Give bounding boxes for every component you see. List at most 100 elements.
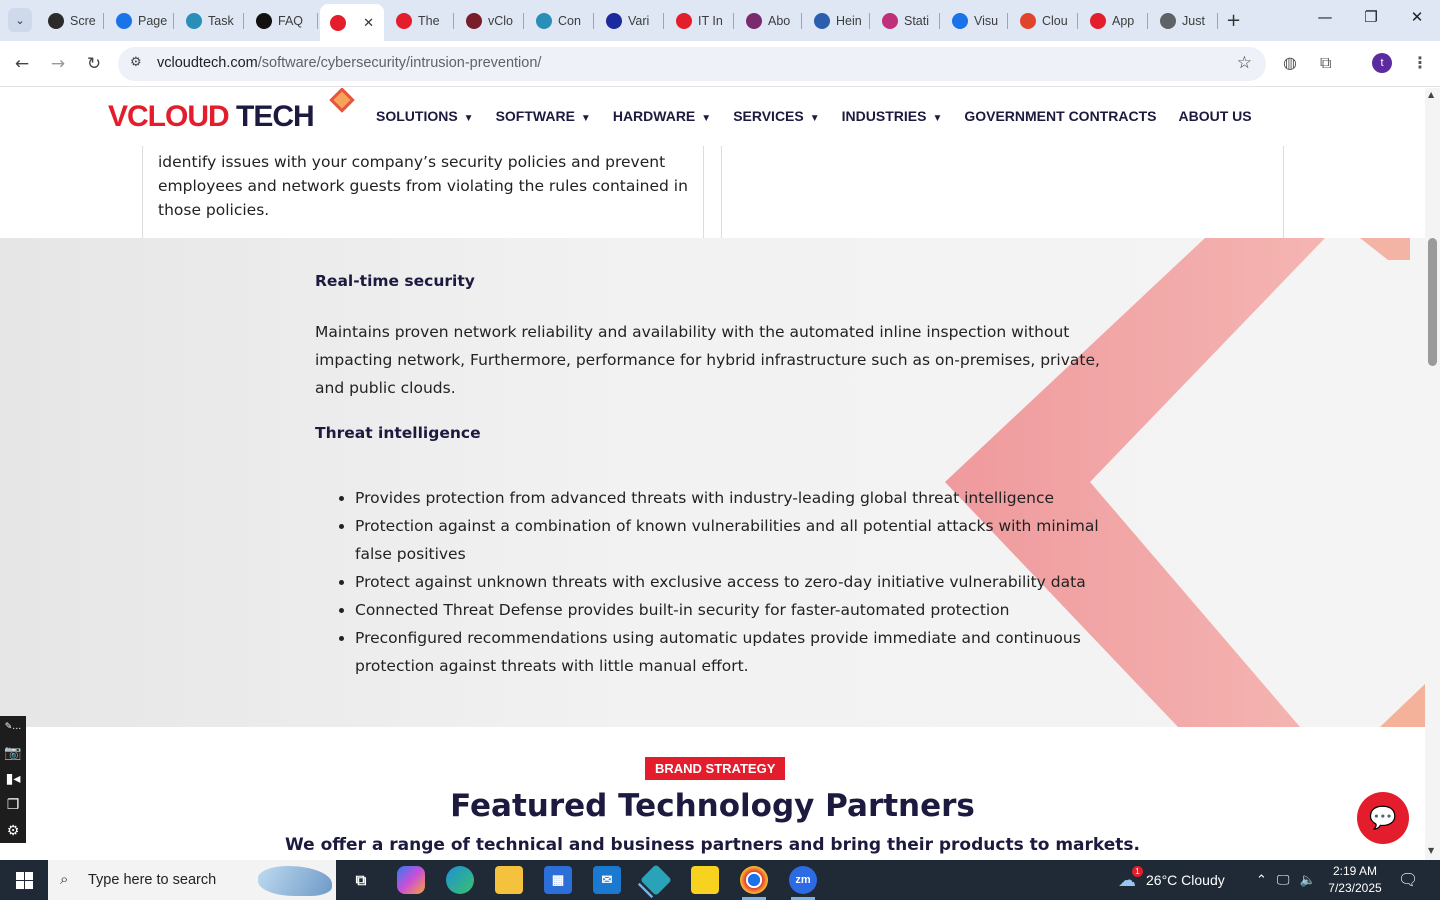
volume-icon[interactable]: 🔈 [1299, 872, 1315, 888]
browser-tab[interactable]: vClo [456, 6, 524, 35]
back-arrow-icon[interactable]: ← [10, 52, 34, 76]
chat-widget-button[interactable]: 💬 [1357, 792, 1409, 844]
camera-icon[interactable]: 📷 [4, 744, 21, 762]
close-window-icon[interactable]: ✕ [1402, 8, 1432, 26]
weather-widget[interactable]: ☁ 1 26°C Cloudy [1118, 860, 1225, 900]
tab-close-icon[interactable]: ✕ [363, 15, 374, 31]
translate-globe-icon[interactable]: ◍ [1283, 53, 1297, 72]
browser-tab[interactable]: The [386, 6, 454, 35]
task-view-icon[interactable]: ⧉ [347, 866, 375, 894]
browser-tab[interactable]: Clou [1010, 6, 1078, 35]
browser-tab[interactable]: Page [106, 6, 174, 35]
taskbar-clock[interactable]: 2:19 AM 7/23/2025 [1322, 863, 1388, 897]
tab-title: Visu [974, 13, 999, 28]
mail-icon[interactable]: ✉ [593, 866, 621, 894]
features-section: Real-time security Maintains proven netw… [0, 238, 1425, 727]
taskbar-search[interactable]: ⌕ Type here to search [48, 860, 336, 900]
new-tab-button[interactable]: + [1226, 10, 1241, 31]
scale-icon [814, 12, 830, 29]
chat-icon: 💬 [1369, 805, 1397, 831]
gauge-icon [116, 12, 132, 29]
nav-item-solutions[interactable]: SOLUTIONS ▼ [376, 108, 474, 124]
browser-tab[interactable]: Just [1150, 6, 1218, 35]
nav-item-industries[interactable]: INDUSTRIES ▼ [842, 108, 943, 124]
logo-tech: TECH [236, 100, 315, 133]
windows-logo-icon [15, 871, 33, 889]
nav-item-label: GOVERNMENT CONTRACTS [964, 108, 1157, 124]
browser-tab[interactable]: Hein [804, 6, 870, 35]
tab-title: Vari [628, 13, 650, 28]
nav-item-services[interactable]: SERVICES ▼ [733, 108, 819, 124]
tray-chevron-up-icon[interactable]: ⌃ [1256, 872, 1267, 888]
network-icon[interactable]: 🖵 [1277, 872, 1290, 888]
brand-strategy-badge: BRAND STRATEGY [645, 757, 786, 780]
profile-avatar[interactable]: t [1372, 53, 1392, 73]
reload-icon[interactable]: ↻ [82, 52, 106, 76]
tab-title: Task [208, 13, 234, 28]
sticky-notes-icon[interactable] [691, 866, 719, 894]
browser-tab[interactable]: FAQ [246, 6, 318, 35]
browser-tab[interactable]: IT In [666, 6, 734, 35]
minimize-icon[interactable]: — [1310, 8, 1340, 26]
url-path: /software/cybersecurity/intrusion-preven… [257, 55, 542, 71]
realtime-security-heading: Real-time security [315, 272, 475, 290]
copilot-icon[interactable] [397, 866, 425, 894]
v-icon [466, 12, 482, 29]
search-icon: ⌕ [60, 870, 69, 888]
extensions-puzzle-icon[interactable]: ⧉ [1320, 53, 1331, 73]
system-tray: ⌃ 🖵 🔈 [1256, 860, 1316, 900]
site-logo[interactable]: VCLOUD TECH [108, 100, 315, 134]
settings-gear-icon[interactable]: ⚙ [7, 822, 20, 840]
windows-icon[interactable]: ❐ [7, 796, 20, 814]
browser-tab[interactable]: Scre [38, 6, 104, 35]
address-bar[interactable]: ⚙ vcloudtech.com/software/cybersecurity/… [118, 47, 1266, 81]
tab-search-button[interactable]: ⌄ [8, 8, 32, 32]
nav-item-software[interactable]: SOFTWARE ▼ [496, 108, 591, 124]
nav-item-label: HARDWARE [612, 108, 696, 124]
chrome-browser-icon[interactable] [740, 866, 768, 900]
main-navigation: SOLUTIONS ▼ SOFTWARE ▼ HARDWARE ▼ SERVICES ▼ IND… [376, 108, 1274, 124]
vcloud-icon [330, 14, 346, 31]
scroll-thumb[interactable] [1428, 238, 1437, 366]
clock-time: 2:19 AM [1332, 864, 1378, 878]
scroll-up-arrow-icon[interactable]: ▲ [1428, 90, 1434, 99]
file-explorer-icon[interactable] [495, 866, 523, 894]
edge-browser-icon[interactable] [446, 866, 474, 894]
tab-title: Just [1182, 13, 1205, 28]
kebab-menu-icon[interactable]: ⋮ [1412, 53, 1428, 72]
browser-tab[interactable]: Vari [596, 6, 664, 35]
url-text[interactable]: vcloudtech.com/software/cybersecurity/in… [157, 55, 541, 71]
weather-badge: 1 [1132, 865, 1143, 877]
nav-item-about-us[interactable]: ABOUT US [1178, 108, 1251, 124]
nav-item-government-contracts[interactable]: GOVERNMENT CONTRACTS [964, 108, 1156, 124]
browser-tab[interactable]: App [1080, 6, 1148, 35]
browser-tab[interactable]: Con [526, 6, 594, 35]
microsoft-store-icon[interactable]: ▦ [544, 866, 572, 894]
pen-icon [882, 12, 898, 29]
start-button[interactable] [0, 860, 48, 900]
notifications-icon[interactable]: 🗨 [1398, 860, 1418, 900]
browser-tab[interactable]: Task [176, 6, 244, 35]
windows-taskbar: ⌕ Type here to search ⧉ ▦ ✉ zm ☁ 1 26°C C… [0, 860, 1440, 900]
partners-subtitle: We offer a range of technical and busine… [284, 835, 1140, 855]
page-scrollbar[interactable]: ▲ ▼ [1425, 88, 1440, 860]
vcloud-icon [396, 12, 412, 29]
forward-arrow-icon[interactable]: → [46, 52, 70, 76]
restore-icon[interactable]: ❐ [1356, 8, 1386, 26]
scroll-down-arrow-icon[interactable]: ▼ [1428, 846, 1434, 855]
browser-tab[interactable]: Abo [736, 6, 802, 35]
x-icon [606, 12, 622, 29]
hexagon-app-icon[interactable] [640, 864, 672, 896]
nav-item-hardware[interactable]: HARDWARE ▼ [613, 108, 711, 124]
caret-down-icon: ▼ [809, 113, 820, 124]
browser-tab[interactable]: Visu [942, 6, 1008, 35]
browser-tab[interactable]: ✕ [320, 4, 384, 41]
browser-tab[interactable]: Stati [872, 6, 940, 35]
video-icon[interactable]: ▮◂ [6, 770, 21, 788]
site-info-icon[interactable]: ⚙ [130, 55, 142, 70]
zoom-app-icon[interactable]: zm [789, 866, 817, 900]
nav-item-label: ABOUT US [1178, 108, 1252, 124]
bookmark-star-icon[interactable]: ☆ [1237, 53, 1252, 73]
hexagon-icon [536, 12, 552, 29]
pen-icon[interactable]: ✎… [5, 718, 22, 736]
